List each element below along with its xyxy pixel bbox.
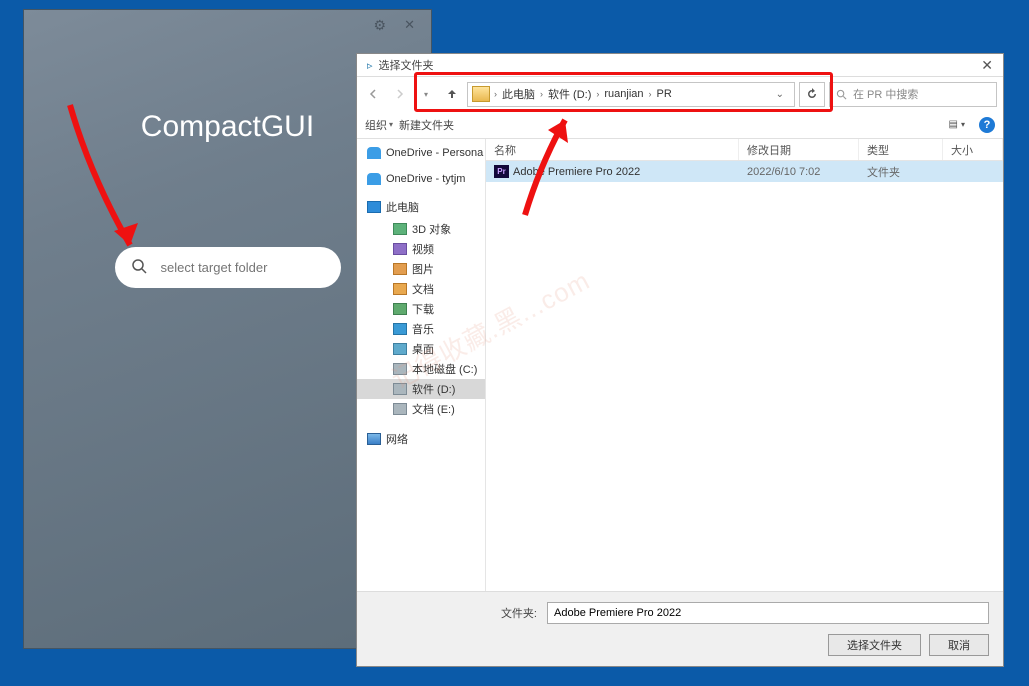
dialog-body: OneDrive - Persona OneDrive - tytjm 此电脑 … xyxy=(357,139,1003,591)
tree-videos[interactable]: 视频 xyxy=(357,239,485,259)
nav-tree: OneDrive - Persona OneDrive - tytjm 此电脑 … xyxy=(357,139,486,591)
tree-label: 文档 (E:) xyxy=(412,401,455,417)
tree-label: 桌面 xyxy=(412,341,434,357)
tree-label: 本地磁盘 (C:) xyxy=(412,361,477,377)
drive-icon xyxy=(393,403,407,415)
music-icon xyxy=(393,323,407,335)
file-type: 文件夹 xyxy=(859,164,943,180)
file-list: 名称 修改日期 类型 大小 Pr Adobe Premiere Pro 2022… xyxy=(486,139,1003,591)
help-icon[interactable]: ? xyxy=(979,117,995,133)
breadcrumb-item[interactable]: ruanjian xyxy=(601,88,646,100)
dialog-icon: ▹ xyxy=(367,59,373,72)
dialog-footer: 文件夹: 选择文件夹 取消 xyxy=(357,591,1003,666)
settings-icon[interactable]: ⚙ xyxy=(374,17,387,34)
chevron-right-icon: › xyxy=(540,89,543,99)
select-folder-bar[interactable] xyxy=(115,247,341,288)
drive-icon xyxy=(393,383,407,395)
col-name-header[interactable]: 名称 xyxy=(486,139,739,160)
tree-label: 图片 xyxy=(412,261,434,277)
organize-button[interactable]: 组织 ▾ xyxy=(365,117,393,133)
cloud-icon xyxy=(367,147,381,159)
nav-recent-button[interactable]: ▾ xyxy=(415,83,437,105)
folder-search-input[interactable] xyxy=(161,260,337,275)
breadcrumb-item[interactable]: 软件 (D:) xyxy=(545,86,594,102)
tree-label: 文档 xyxy=(412,281,434,297)
search-placeholder: 在 PR 中搜索 xyxy=(853,86,918,102)
file-list-header: 名称 修改日期 类型 大小 xyxy=(486,139,1003,161)
cube-icon xyxy=(393,223,407,235)
compactgui-titlebar: ⚙ ✕ xyxy=(24,10,431,40)
document-icon xyxy=(393,283,407,295)
new-folder-button[interactable]: 新建文件夹 xyxy=(399,117,454,133)
file-name: Adobe Premiere Pro 2022 xyxy=(513,166,640,178)
image-icon xyxy=(393,263,407,275)
folder-icon xyxy=(472,86,490,102)
address-row: ▾ › 此电脑 › 软件 (D:) › ruanjian › PR ⌄ 在 PR… xyxy=(357,77,1003,111)
tree-label: 下载 xyxy=(412,301,434,317)
tree-label: 视频 xyxy=(412,241,434,257)
search-box[interactable]: 在 PR 中搜索 xyxy=(829,82,997,107)
network-icon xyxy=(367,433,381,445)
search-icon xyxy=(131,258,147,277)
refresh-button[interactable] xyxy=(799,82,825,107)
close-icon[interactable]: ✕ xyxy=(981,57,993,74)
tree-desktop[interactable]: 桌面 xyxy=(357,339,485,359)
breadcrumb-item[interactable]: 此电脑 xyxy=(499,86,538,102)
folder-picker-dialog: ▹ 选择文件夹 ✕ ▾ › 此电脑 › 软件 (D:) › ruanjian ›… xyxy=(356,53,1004,667)
address-bar[interactable]: › 此电脑 › 软件 (D:) › ruanjian › PR ⌄ xyxy=(467,82,795,107)
search-icon xyxy=(836,89,847,100)
tree-label: OneDrive - Persona xyxy=(386,147,483,159)
col-date-header[interactable]: 修改日期 xyxy=(739,139,859,160)
folder-field-label: 文件夹: xyxy=(491,605,537,621)
tree-network[interactable]: 网络 xyxy=(357,429,485,449)
tree-label: 软件 (D:) xyxy=(412,381,455,397)
nav-up-button[interactable] xyxy=(441,83,463,105)
tree-pictures[interactable]: 图片 xyxy=(357,259,485,279)
tree-label: OneDrive - tytjm xyxy=(386,173,465,185)
tree-onedrive-tytjm[interactable]: OneDrive - tytjm xyxy=(357,171,485,187)
chevron-right-icon: › xyxy=(596,89,599,99)
video-icon xyxy=(393,243,407,255)
tree-this-pc[interactable]: 此电脑 xyxy=(357,197,485,217)
dialog-toolbar: 组织 ▾ 新建文件夹 ▤ ▾ ? xyxy=(357,111,1003,139)
view-mode-button[interactable]: ▤ ▾ xyxy=(949,119,965,130)
desktop-icon xyxy=(393,343,407,355)
file-date: 2022/6/10 7:02 xyxy=(739,166,859,178)
tree-drive-d[interactable]: 软件 (D:) xyxy=(357,379,485,399)
tree-onedrive-personal[interactable]: OneDrive - Persona xyxy=(357,145,485,161)
tree-music[interactable]: 音乐 xyxy=(357,319,485,339)
premiere-icon: Pr xyxy=(494,165,509,178)
address-dropdown-icon[interactable]: ⌄ xyxy=(770,89,790,100)
tree-label: 网络 xyxy=(386,431,408,447)
breadcrumb-item[interactable]: PR xyxy=(654,88,675,100)
folder-name-input[interactable] xyxy=(547,602,989,624)
pc-icon xyxy=(367,201,381,213)
col-type-header[interactable]: 类型 xyxy=(859,139,943,160)
organize-label: 组织 xyxy=(365,117,387,133)
close-icon[interactable]: ✕ xyxy=(404,17,415,33)
col-size-header[interactable]: 大小 xyxy=(943,139,1003,160)
new-folder-label: 新建文件夹 xyxy=(399,117,454,133)
chevron-down-icon: ▾ xyxy=(389,120,393,129)
nav-forward-button xyxy=(389,83,411,105)
dialog-title: 选择文件夹 xyxy=(379,57,434,73)
tree-drive-e[interactable]: 文档 (E:) xyxy=(357,399,485,419)
chevron-right-icon: › xyxy=(494,89,497,99)
nav-back-button[interactable] xyxy=(363,83,385,105)
tree-label: 3D 对象 xyxy=(412,221,451,237)
tree-label: 此电脑 xyxy=(386,199,419,215)
tree-drive-c[interactable]: 本地磁盘 (C:) xyxy=(357,359,485,379)
select-folder-button[interactable]: 选择文件夹 xyxy=(828,634,921,656)
drive-icon xyxy=(393,363,407,375)
tree-3d-objects[interactable]: 3D 对象 xyxy=(357,219,485,239)
chevron-right-icon: › xyxy=(649,89,652,99)
file-row[interactable]: Pr Adobe Premiere Pro 2022 2022/6/10 7:0… xyxy=(486,161,1003,182)
tree-documents[interactable]: 文档 xyxy=(357,279,485,299)
tree-label: 音乐 xyxy=(412,321,434,337)
cancel-button[interactable]: 取消 xyxy=(929,634,989,656)
cloud-icon xyxy=(367,173,381,185)
tree-downloads[interactable]: 下载 xyxy=(357,299,485,319)
dialog-titlebar: ▹ 选择文件夹 ✕ xyxy=(357,54,1003,77)
download-icon xyxy=(393,303,407,315)
